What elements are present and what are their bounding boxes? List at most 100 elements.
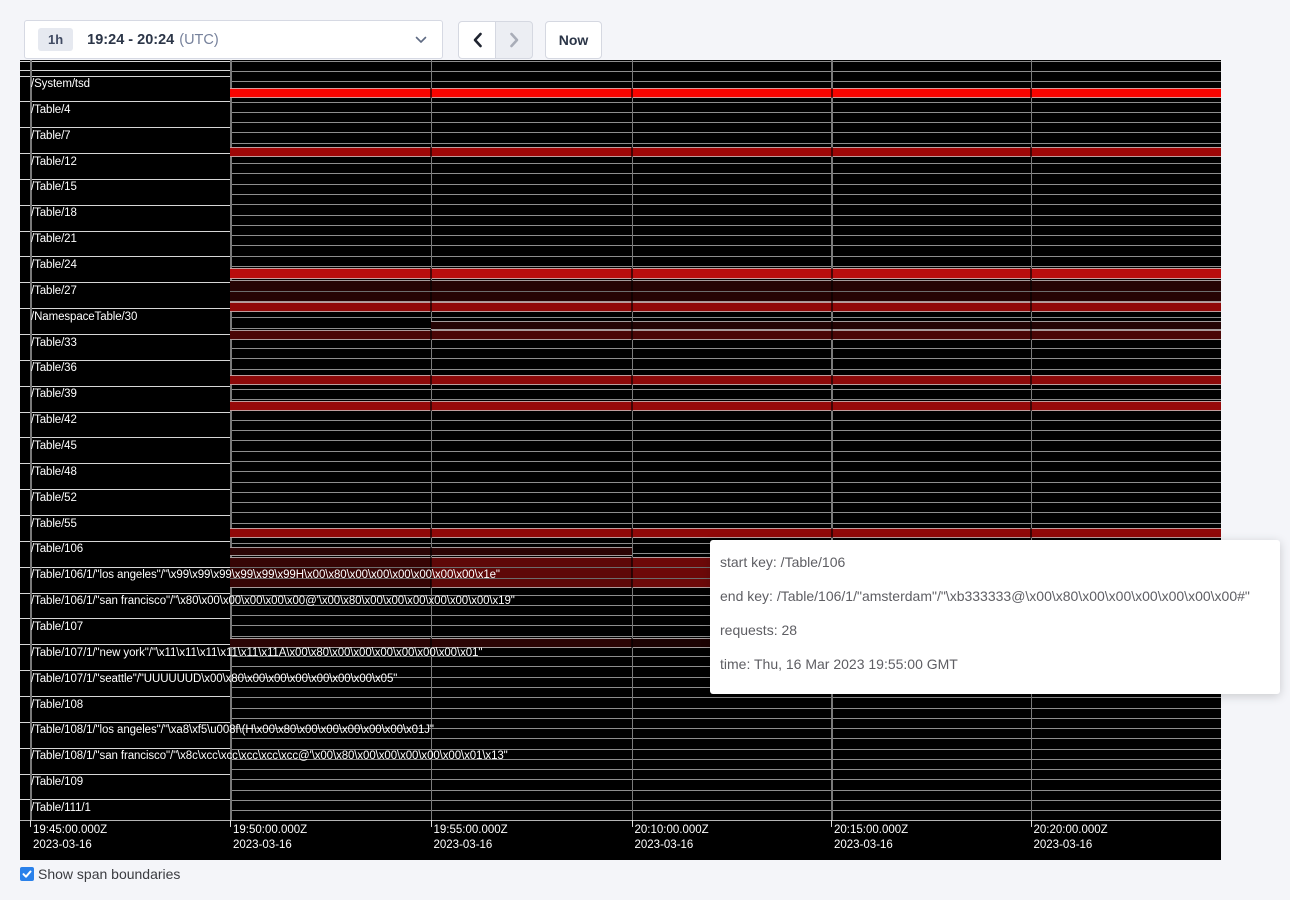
time-gridline: [230, 60, 232, 820]
band-gridline-notch: [1030, 302, 1032, 312]
axis-tick: [30, 820, 31, 827]
band-gridline-notch: [1030, 147, 1032, 157]
span-boundary-line: [230, 194, 1221, 195]
tooltip-end-key: end key: /Table/106/1/"amsterdam"/"\xb33…: [720, 579, 1270, 613]
row-label: /Table/107/1/"seattle"/"UUUUUUD\x00\x80\…: [31, 673, 397, 685]
axis-time-label: 20:20:00.000Z: [1034, 824, 1108, 836]
span-boundary-line: [230, 482, 1221, 483]
span-boundary-line: [230, 451, 1221, 452]
row-label: /Table/106: [31, 543, 83, 555]
band-gridline-notch: [430, 330, 432, 340]
band-gridline-notch: [631, 375, 633, 385]
row-label: /Table/39: [31, 388, 77, 400]
time-range-dropdown[interactable]: 1h 19:24 - 20:24 (UTC): [24, 20, 443, 59]
band-gridline-notch: [631, 321, 633, 331]
now-button[interactable]: Now: [545, 21, 602, 59]
row-boundary-line: [20, 282, 230, 283]
prev-range-button[interactable]: [458, 21, 496, 59]
row-boundary-line: [20, 360, 230, 361]
axis-time-label: 19:45:00.000Z: [33, 824, 107, 836]
band-gridline-notch: [831, 528, 833, 538]
key-visualizer-canvas[interactable]: /System/tsd/Table/4/Table/7/Table/12/Tab…: [20, 60, 1221, 860]
span-boundary-line: [230, 163, 1221, 164]
axis-date-label: 2023-03-16: [33, 839, 92, 851]
row-boundary-line: [20, 231, 230, 232]
band-gridline-notch: [831, 302, 833, 312]
span-boundary-line: [230, 81, 1221, 82]
time-range-label: 19:24 - 20:24: [87, 32, 174, 48]
band-gridline-notch: [631, 302, 633, 312]
heat-band: [230, 330, 1221, 340]
row-label: /Table/48: [31, 466, 77, 478]
span-boundary-line: [230, 389, 1221, 390]
row-label: /Table/42: [31, 414, 77, 426]
row-label: /Table/4: [31, 104, 70, 116]
row-boundary-line: [20, 179, 230, 180]
time-range-timezone: (UTC): [179, 32, 218, 48]
axis-tick: [831, 820, 832, 827]
band-gridline-notch: [631, 147, 633, 157]
band-gridline-notch: [430, 401, 432, 411]
span-boundary-line: [230, 800, 1221, 801]
row-label: /Table/106/1/"san francisco"/"\x80\x00\x…: [31, 595, 515, 607]
row-boundary-line: [20, 334, 230, 335]
span-boundary-line: [230, 348, 1221, 349]
axis-tick: [632, 820, 633, 827]
row-boundary-line: [20, 61, 230, 62]
row-boundary-line: [20, 774, 230, 775]
row-boundary-line: [20, 541, 230, 542]
span-boundary-line: [230, 204, 1221, 205]
heat-band: [230, 88, 1221, 98]
axis-time-label: 19:50:00.000Z: [233, 824, 307, 836]
band-gridline-notch: [631, 401, 633, 411]
row-boundary-line: [20, 799, 230, 800]
band-gridline-notch: [631, 268, 633, 279]
band-gridline-notch: [1030, 330, 1032, 340]
row-boundary-line: [20, 205, 230, 206]
row-boundary-line: [20, 76, 230, 77]
band-gridline-notch: [831, 401, 833, 411]
span-boundary-line: [230, 420, 1221, 421]
row-boundary-line: [20, 153, 230, 154]
next-range-button[interactable]: [495, 21, 533, 59]
heat-band: [230, 147, 1221, 157]
axis-tick: [230, 820, 231, 827]
row-boundary-line: [20, 70, 230, 71]
heat-band: [230, 302, 1221, 312]
span-boundary-line: [230, 718, 1221, 719]
chevron-down-icon: [415, 36, 427, 44]
row-label: /Table/108/1/"san francisco"/"\x8c\xcc\x…: [31, 750, 508, 762]
span-boundary-line: [230, 523, 1221, 524]
tooltip-time: time: Thu, 16 Mar 2023 19:55:00 GMT: [720, 647, 1270, 681]
row-label: /Table/107/1/"new york"/"\x11\x11\x11\x1…: [31, 647, 482, 659]
span-boundary-line: [230, 512, 1221, 513]
span-boundary-line: [230, 440, 1221, 441]
row-label: /Table/107: [31, 621, 83, 633]
span-boundary-line: [230, 291, 1221, 292]
band-gridline-notch: [430, 268, 432, 279]
time-gridline: [831, 60, 833, 820]
span-boundary-line: [230, 430, 1221, 431]
show-span-boundaries-checkbox[interactable]: [20, 867, 34, 881]
row-boundary-line: [20, 386, 230, 387]
row-label: /Table/108/1/"los angeles"/"\xa8\xf5\u00…: [31, 724, 434, 736]
band-gridline-notch: [1030, 88, 1032, 98]
band-gridline-notch: [631, 330, 633, 340]
band-gridline-notch: [1030, 375, 1032, 385]
row-boundary-line: [20, 567, 230, 568]
band-gridline-notch: [430, 528, 432, 538]
row-label: /Table/24: [31, 259, 77, 271]
band-gridline-notch: [831, 375, 833, 385]
row-boundary-line: [20, 593, 230, 594]
time-gridline: [431, 60, 433, 820]
span-boundary-line: [230, 225, 1221, 226]
band-gridline-notch: [631, 638, 633, 648]
span-boundary-line: [230, 215, 1221, 216]
span-boundary-line: [230, 708, 1221, 709]
row-label: /Table/7: [31, 130, 70, 142]
band-gridline-notch: [1030, 321, 1032, 331]
band-gridline-notch: [831, 147, 833, 157]
row-label: /NamespaceTable/30: [31, 311, 137, 323]
row-label: /Table/111/1: [31, 802, 91, 814]
span-boundary-line: [230, 769, 1221, 770]
